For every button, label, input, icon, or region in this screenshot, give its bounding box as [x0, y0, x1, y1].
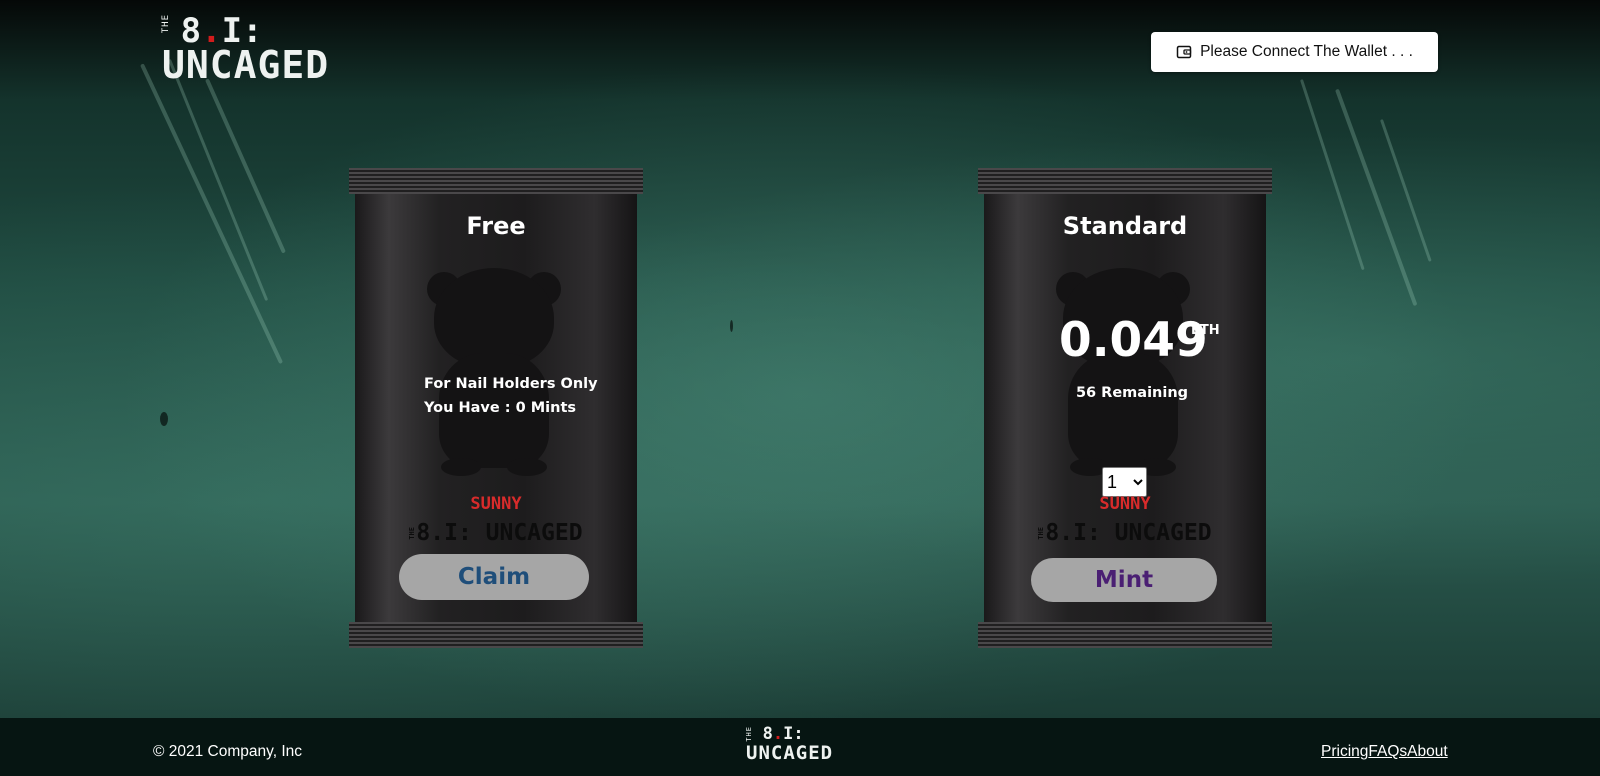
- footer-link-pricing[interactable]: Pricing: [1321, 743, 1368, 760]
- logo-the: THE: [745, 726, 753, 742]
- claim-button[interactable]: Claim: [399, 554, 589, 600]
- brand-logo: THE8.I: UNCAGED: [408, 520, 583, 546]
- free-pack-card: Free For Nail Holders Only You Have : 0 …: [349, 168, 643, 648]
- connect-wallet-button[interactable]: Please Connect The Wallet . . .: [1151, 32, 1438, 72]
- pack-title: Standard: [1062, 212, 1188, 240]
- brand-sunny: SUNNY: [1099, 494, 1151, 514]
- nail-holders-note: For Nail Holders Only: [424, 376, 598, 392]
- mint-button[interactable]: Mint: [1031, 558, 1217, 602]
- logo-number: 8.I:: [762, 724, 804, 744]
- logo-word: UNCAGED: [746, 742, 834, 764]
- mint-count: You Have : 0 Mints: [424, 400, 577, 416]
- brand-sunny: SUNNY: [470, 494, 522, 514]
- price-currency: ETH: [1191, 323, 1220, 338]
- pack-title: Free: [466, 212, 526, 240]
- footer-link-faqs[interactable]: FAQs: [1368, 743, 1407, 760]
- brand-logo: THE8.I: UNCAGED: [1037, 520, 1212, 546]
- footer-logo[interactable]: THE 8.I: UNCAGED: [745, 724, 834, 764]
- logo-word: UNCAGED: [162, 43, 330, 87]
- copyright-text: © 2021 Company, Inc: [153, 743, 302, 760]
- footer-link-about[interactable]: About: [1407, 743, 1448, 760]
- connect-wallet-label: Please Connect The Wallet . . .: [1200, 43, 1413, 60]
- price-value: 0.049: [1059, 313, 1208, 368]
- bear-silhouette: [1048, 268, 1198, 478]
- standard-pack-card: Standard 0.049 ETH 56 Remaining 1 SUNNY …: [978, 168, 1272, 648]
- quantity-select[interactable]: 1: [1102, 467, 1147, 497]
- remaining-count: 56 Remaining: [1075, 385, 1189, 401]
- wallet-icon: [1176, 44, 1192, 60]
- footer-links: PricingFAQsAbout: [1321, 743, 1448, 761]
- logo-the: THE: [161, 14, 171, 34]
- site-logo[interactable]: THE 8.I: UNCAGED: [161, 14, 330, 87]
- textured-background: [0, 0, 1600, 718]
